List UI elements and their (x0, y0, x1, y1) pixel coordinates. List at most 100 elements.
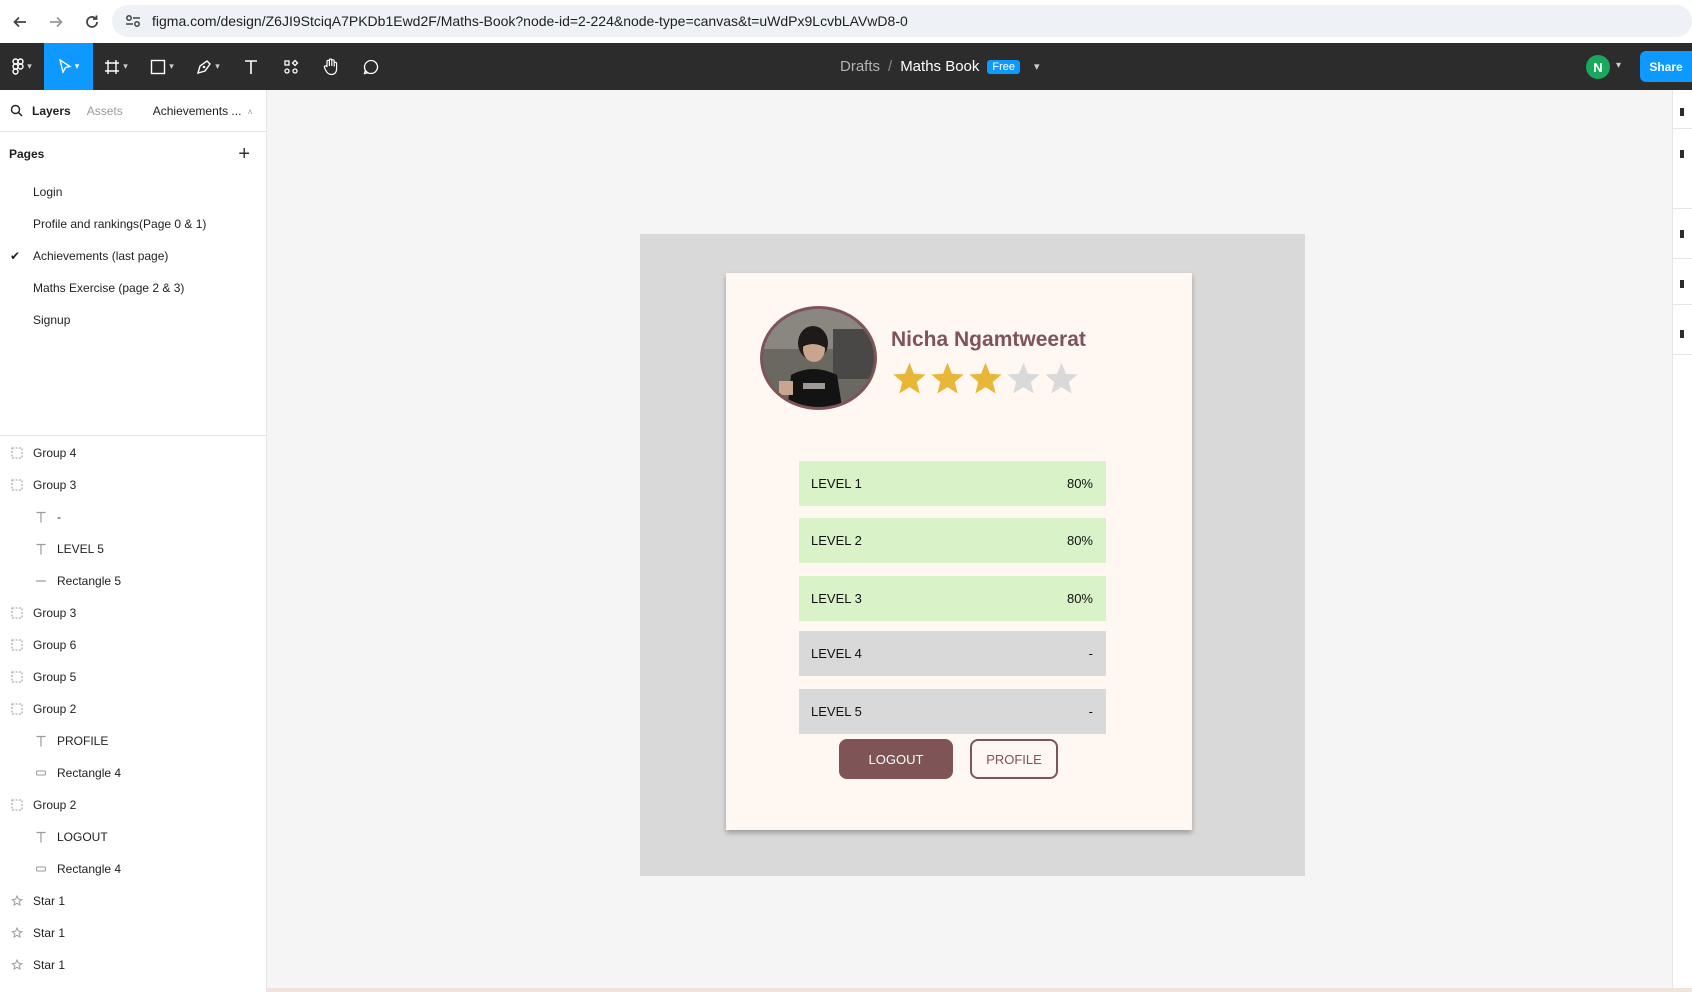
page-item-label: Signup (33, 313, 71, 327)
layer-item[interactable]: Star 1 (0, 949, 266, 981)
chevron-down-icon[interactable]: ▾ (1616, 60, 1621, 71)
level-row[interactable]: LEVEL 5 - (799, 689, 1106, 734)
comment-tool[interactable] (351, 43, 391, 90)
level-label: LEVEL 3 (811, 591, 862, 606)
panel-marker (1680, 230, 1684, 238)
user-avatar[interactable]: N (1586, 55, 1610, 79)
figma-toolbar: ▾ ▾ ▾ ▾ ▾ Drafts / Maths Book Free ▾ N ▾… (0, 43, 1692, 90)
level-label: LEVEL 2 (811, 533, 862, 548)
pages-title: Pages (9, 147, 45, 161)
pen-tool[interactable]: ▾ (185, 43, 231, 90)
frame-tool[interactable]: ▾ (93, 43, 139, 90)
chevron-down-icon: ▾ (74, 61, 80, 71)
frame-icon (105, 59, 120, 74)
layer-item[interactable]: - (0, 501, 266, 533)
group-icon (9, 477, 25, 493)
page-item-label: Achievements (last page) (33, 249, 169, 263)
rectangle-icon (33, 765, 49, 781)
level-score: - (1088, 704, 1093, 719)
search-icon[interactable] (0, 104, 32, 117)
comment-icon (363, 59, 379, 74)
layer-item[interactable]: LEVEL 5 (0, 533, 266, 565)
canvas-bottom-strip (267, 988, 1692, 992)
layer-item[interactable]: Rectangle 5 (0, 565, 266, 597)
document-title: Drafts / Maths Book Free ▾ (840, 43, 1040, 90)
rectangle-icon (33, 861, 49, 877)
reload-icon[interactable] (74, 4, 110, 40)
level-row[interactable]: LEVEL 4 - (799, 631, 1106, 676)
text-icon (33, 829, 49, 845)
pages-section-header: Pages + (0, 132, 266, 176)
layer-item[interactable]: Group 2 (0, 789, 266, 821)
shape-tool[interactable]: ▾ (139, 43, 185, 90)
level-row[interactable]: LEVEL 3 80% (799, 576, 1106, 621)
page-selector-label: Achievements ... (152, 103, 242, 118)
panel-marker (1680, 280, 1684, 288)
layer-item[interactable]: LOGOUT (0, 821, 266, 853)
page-item[interactable]: Signup (0, 304, 266, 336)
level-row[interactable]: LEVEL 1 80% (799, 461, 1106, 506)
resources-tool[interactable] (271, 43, 311, 90)
forward-icon[interactable] (38, 4, 74, 40)
layer-item[interactable]: Group 3 (0, 597, 266, 629)
file-name[interactable]: Maths Book (900, 58, 979, 75)
page-item[interactable]: Maths Exercise (page 2 & 3) (0, 272, 266, 304)
divider (1673, 258, 1692, 259)
layer-item[interactable]: Group 6 (0, 629, 266, 661)
text-tool[interactable] (231, 43, 271, 90)
text-icon (33, 733, 49, 749)
divider (1673, 304, 1692, 305)
site-settings-icon[interactable] (124, 12, 142, 30)
group-icon (9, 637, 25, 653)
logout-button[interactable]: LOGOUT (839, 739, 953, 779)
divider (1673, 354, 1692, 355)
plan-badge[interactable]: Free (987, 59, 1021, 74)
profile-photo[interactable] (760, 306, 877, 410)
profile-button[interactable]: PROFILE (970, 739, 1058, 779)
layer-item[interactable]: Rectangle 4 (0, 757, 266, 789)
add-page-icon[interactable]: + (238, 143, 250, 166)
chevron-down-icon[interactable]: ▾ (1034, 60, 1040, 73)
back-icon[interactable] (2, 4, 38, 40)
tab-layers[interactable]: Layers (32, 104, 71, 118)
address-bar[interactable]: figma.com/design/Z6JI9StciqA7PKDb1Ewd2F/… (112, 5, 1692, 37)
layer-item-label: LOGOUT (57, 830, 108, 844)
layer-item-label: Rectangle 5 (57, 574, 122, 588)
hand-tool[interactable] (311, 43, 351, 90)
share-button[interactable]: Share (1640, 51, 1692, 82)
layer-item[interactable]: PROFILE (0, 725, 266, 757)
page-item[interactable]: Profile and rankings(Page 0 & 1) (0, 208, 266, 240)
left-sidebar: Layers Assets Achievements ... ˄ Pages + … (0, 90, 267, 992)
text-icon (33, 541, 49, 557)
text-icon (245, 59, 257, 74)
star-filled-icon (967, 360, 1004, 402)
right-properties-panel (1672, 90, 1692, 988)
breadcrumb-drafts[interactable]: Drafts (840, 58, 880, 75)
browser-toolbar: figma.com/design/Z6JI9StciqA7PKDb1Ewd2F/… (0, 0, 1692, 43)
layer-item[interactable]: Group 2 (0, 693, 266, 725)
page-list: Login Profile and rankings(Page 0 & 1) ✔ Ac… (0, 176, 266, 336)
page-item-label: Login (33, 185, 63, 199)
layer-item[interactable]: Group 4 (0, 437, 266, 469)
level-score: 80% (1066, 591, 1093, 606)
move-tool[interactable]: ▾ (44, 43, 93, 90)
url-text[interactable]: figma.com/design/Z6JI9StciqA7PKDb1Ewd2F/… (152, 13, 908, 29)
tab-assets[interactable]: Assets (87, 104, 123, 118)
layer-item[interactable]: Group 3 (0, 469, 266, 501)
page-item[interactable]: Login (0, 176, 266, 208)
group-icon (9, 797, 25, 813)
page-selector[interactable]: Achievements ... ˄ (153, 104, 253, 118)
layer-item[interactable]: Group 5 (0, 661, 266, 693)
chevron-down-icon: ▾ (27, 61, 32, 71)
layer-item[interactable]: Rectangle 4 (0, 853, 266, 885)
layer-item-label: Rectangle 4 (57, 862, 122, 876)
layer-item[interactable]: Star 1 (0, 917, 266, 949)
main-menu[interactable]: ▾ (0, 43, 44, 90)
page-item[interactable]: ✔ Achievements (last page) (0, 240, 266, 272)
level-label: LEVEL 1 (811, 476, 862, 491)
group-icon (9, 669, 25, 685)
rectangle-icon (151, 59, 166, 74)
level-row[interactable]: LEVEL 2 80% (799, 518, 1106, 563)
star-empty-icon (1005, 360, 1042, 402)
layer-item[interactable]: Star 1 (0, 885, 266, 917)
